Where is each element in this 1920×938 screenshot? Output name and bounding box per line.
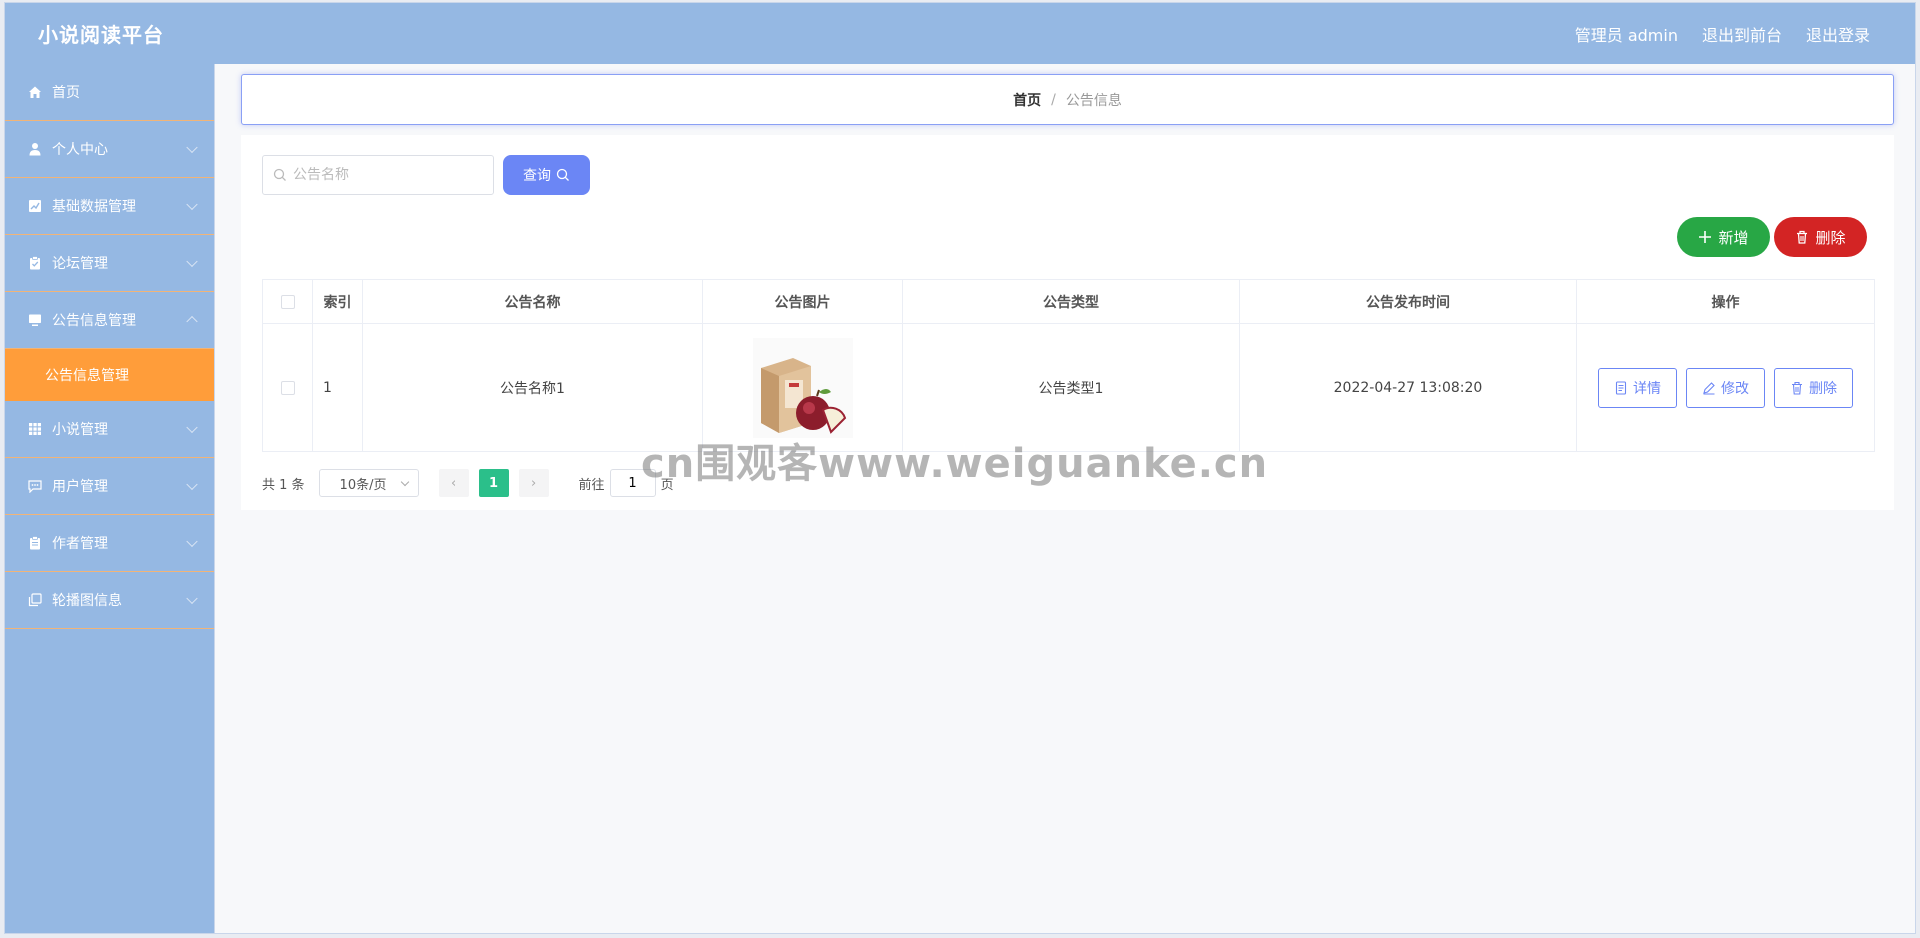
detail-button[interactable]: 详情 bbox=[1598, 367, 1677, 408]
sidebar-item-label: 作者管理 bbox=[52, 536, 108, 552]
monitor-icon bbox=[28, 313, 42, 327]
watermark: cn围观客www.weiguanke.cn bbox=[641, 441, 1269, 487]
sidebar-item-novel[interactable]: 小说管理 bbox=[5, 401, 214, 458]
col-name: 公告名称 bbox=[362, 279, 703, 324]
chevron-down-icon bbox=[186, 141, 198, 154]
document-icon bbox=[1614, 380, 1628, 395]
delete-button[interactable]: 删除 bbox=[1774, 367, 1853, 408]
query-button-label: 查询 bbox=[523, 168, 551, 184]
goto-label: 前往 bbox=[578, 477, 605, 493]
header-actions: 管理员 admin 退出到前台 退出登录 bbox=[1575, 22, 1870, 46]
top-header: 小说阅读平台 管理员 admin 退出到前台 退出登录 bbox=[5, 3, 1915, 64]
page-size-select[interactable]: 10条/页 bbox=[318, 469, 419, 497]
row-actions: 详情 修改 删除 bbox=[1577, 367, 1874, 408]
search-icon bbox=[556, 168, 570, 182]
batch-delete-button[interactable]: 删除 bbox=[1774, 217, 1867, 257]
sidebar-item-authors[interactable]: 作者管理 bbox=[5, 515, 214, 572]
notice-table: 索引 公告名称 公告图片 公告类型 公告发布时间 操作 1 公告名称1 公告类型… bbox=[262, 279, 1875, 452]
page-size-value: 10条/页 bbox=[339, 477, 387, 493]
breadcrumb-separator: / bbox=[1051, 91, 1056, 108]
chevron-down-icon bbox=[186, 592, 198, 605]
search-box bbox=[262, 155, 494, 195]
edit-button[interactable]: 修改 bbox=[1686, 367, 1765, 408]
chevron-left-icon: ‹ bbox=[450, 475, 457, 491]
cell-index: 1 bbox=[312, 323, 363, 452]
clipboard-icon bbox=[28, 256, 42, 270]
chevron-down-icon bbox=[186, 198, 198, 211]
sidebar-subitem-notice[interactable]: 公告信息管理 bbox=[5, 349, 214, 401]
chat-icon bbox=[28, 479, 42, 493]
user-icon bbox=[28, 142, 42, 156]
delete-button-label: 删除 bbox=[1809, 380, 1837, 397]
row-select-cell bbox=[262, 323, 313, 452]
chevron-right-icon: › bbox=[530, 475, 537, 491]
main-content: 首页 / 公告信息 查询 新增 bbox=[215, 64, 1915, 933]
cell-actions: 详情 修改 删除 bbox=[1576, 323, 1875, 452]
edit-icon bbox=[1702, 381, 1716, 395]
col-type: 公告类型 bbox=[902, 279, 1240, 324]
breadcrumb: 首页 / 公告信息 bbox=[241, 74, 1894, 125]
batch-delete-button-label: 删除 bbox=[1815, 228, 1846, 247]
copy-icon bbox=[28, 593, 42, 607]
col-actions: 操作 bbox=[1576, 279, 1875, 324]
sidebar-item-profile[interactable]: 个人中心 bbox=[5, 121, 214, 178]
chevron-down-icon bbox=[400, 477, 409, 487]
sidebar-item-users[interactable]: 用户管理 bbox=[5, 458, 214, 515]
sidebar-item-basic-data[interactable]: 基础数据管理 bbox=[5, 178, 214, 235]
select-all-cell bbox=[262, 279, 313, 324]
add-button-label: 新增 bbox=[1718, 228, 1749, 247]
prev-page-button[interactable]: ‹ bbox=[438, 469, 469, 497]
chevron-down-icon bbox=[186, 255, 198, 268]
notice-image[interactable] bbox=[752, 337, 853, 438]
admin-label[interactable]: 管理员 admin bbox=[1575, 22, 1678, 46]
chevron-down-icon bbox=[186, 421, 198, 434]
sidebar-item-label: 公告信息管理 bbox=[52, 313, 136, 329]
detail-button-label: 详情 bbox=[1633, 380, 1661, 397]
brand-title: 小说阅读平台 bbox=[38, 23, 164, 47]
logout-link[interactable]: 退出登录 bbox=[1806, 22, 1870, 46]
table-header-row: 索引 公告名称 公告图片 公告类型 公告发布时间 操作 bbox=[262, 279, 1875, 324]
col-time: 公告发布时间 bbox=[1239, 279, 1577, 324]
chevron-up-icon bbox=[186, 315, 198, 328]
sidebar-item-label: 基础数据管理 bbox=[52, 199, 136, 215]
search-input[interactable] bbox=[293, 167, 483, 183]
grid-icon bbox=[28, 422, 42, 436]
page-number-button[interactable]: 1 bbox=[478, 469, 509, 497]
sidebar-item-carousel[interactable]: 轮播图信息 bbox=[5, 572, 214, 629]
select-all-checkbox[interactable] bbox=[280, 294, 295, 309]
back-front-link[interactable]: 退出到前台 bbox=[1702, 22, 1782, 46]
trash-icon bbox=[1790, 381, 1804, 395]
sidebar-item-notice[interactable]: 公告信息管理 bbox=[5, 292, 214, 349]
search-icon bbox=[273, 168, 287, 182]
home-icon bbox=[28, 85, 42, 99]
breadcrumb-home[interactable]: 首页 bbox=[1013, 90, 1041, 110]
chevron-down-icon bbox=[186, 478, 198, 491]
sidebar-item-label: 论坛管理 bbox=[52, 256, 108, 272]
row-checkbox[interactable] bbox=[280, 380, 295, 395]
plus-icon bbox=[1698, 230, 1712, 244]
next-page-button[interactable]: › bbox=[518, 469, 549, 497]
pager-total: 共 1 条 bbox=[262, 477, 305, 493]
sidebar: 首页 个人中心 基础数据管理 论坛管理 公告信息管理 公告信息管理 小说管理 用… bbox=[5, 64, 215, 933]
breadcrumb-current: 公告信息 bbox=[1065, 92, 1122, 109]
add-button[interactable]: 新增 bbox=[1677, 217, 1770, 257]
sidebar-item-home[interactable]: 首页 bbox=[5, 64, 214, 121]
query-button[interactable]: 查询 bbox=[503, 155, 590, 195]
sidebar-item-label: 用户管理 bbox=[52, 479, 108, 495]
edit-button-label: 修改 bbox=[1721, 380, 1749, 397]
app-window: 小说阅读平台 管理员 admin 退出到前台 退出登录 首页 个人中心 基础数据… bbox=[4, 2, 1916, 934]
chevron-down-icon bbox=[186, 535, 198, 548]
trash-icon bbox=[1795, 230, 1809, 244]
sidebar-item-label: 个人中心 bbox=[52, 142, 108, 158]
sidebar-item-forum[interactable]: 论坛管理 bbox=[5, 235, 214, 292]
cell-time: 2022-04-27 13:08:20 bbox=[1239, 323, 1577, 452]
col-image: 公告图片 bbox=[702, 279, 903, 324]
sidebar-item-label: 轮播图信息 bbox=[52, 593, 122, 609]
chart-icon bbox=[28, 199, 42, 213]
clipboard-icon bbox=[28, 536, 42, 550]
pagination: 共 1 条 10条/页 ‹ 1 › 前往 页 bbox=[262, 469, 674, 497]
sidebar-item-label: 首页 bbox=[52, 85, 80, 101]
col-index: 索引 bbox=[312, 279, 363, 324]
sidebar-item-label: 小说管理 bbox=[52, 422, 108, 438]
